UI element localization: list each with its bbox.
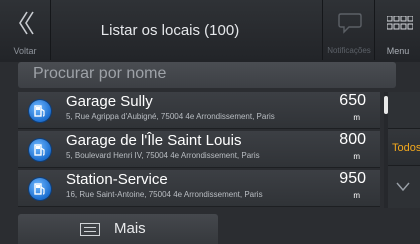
place-name: Garage Sully bbox=[66, 93, 153, 110]
place-address: 16, Rue Saint-Antoine, 75004 4e Arrondis… bbox=[66, 190, 263, 199]
place-address: 5, Boulevard Henri IV, 75004 4e Arrondis… bbox=[66, 151, 260, 160]
distance-unit: m bbox=[353, 113, 360, 122]
place-distance: 650 bbox=[339, 92, 366, 109]
place-distance: 950 bbox=[339, 170, 366, 187]
places-list: Garage Sully 5, Rue Agrippa d'Aubigné, 7… bbox=[18, 92, 380, 208]
place-name: Garage de l'Île Saint Louis bbox=[66, 132, 242, 149]
menu-label: Menu bbox=[386, 46, 410, 56]
speech-bubble-icon bbox=[338, 13, 362, 34]
notifications-label: Notificações bbox=[327, 46, 371, 55]
distance-unit: m bbox=[353, 152, 360, 161]
search-placeholder: Procurar por nome bbox=[33, 65, 167, 82]
place-distance: 800 bbox=[339, 131, 366, 148]
menu-button[interactable]: Menu bbox=[374, 0, 420, 60]
notifications-button[interactable]: Notificações bbox=[322, 0, 375, 60]
top-bar: Voltar Listar os locais (100) Notificaçõ… bbox=[0, 0, 420, 62]
back-label: Voltar bbox=[13, 46, 37, 56]
place-name: Station-Service bbox=[66, 171, 168, 188]
list-item[interactable]: Garage Sully 5, Rue Agrippa d'Aubigné, 7… bbox=[18, 92, 380, 129]
list-icon bbox=[80, 223, 100, 236]
chevron-left-icon bbox=[19, 11, 34, 35]
place-address: 5, Rue Agrippa d'Aubigné, 75004 4e Arron… bbox=[66, 112, 275, 121]
more-button[interactable]: Mais bbox=[18, 214, 218, 244]
more-label: Mais bbox=[114, 220, 146, 237]
page-title: Listar os locais (100) bbox=[100, 22, 240, 39]
fuel-station-icon bbox=[29, 178, 51, 200]
distance-unit: m bbox=[353, 191, 360, 200]
grid-menu-icon bbox=[387, 16, 413, 30]
collapse-button[interactable] bbox=[388, 172, 420, 202]
search-input[interactable]: Procurar por nome bbox=[18, 62, 396, 88]
list-item[interactable]: Station-Service 16, Rue Saint-Antoine, 7… bbox=[18, 170, 380, 207]
chevron-down-icon bbox=[396, 182, 410, 192]
list-item[interactable]: Garage de l'Île Saint Louis 5, Boulevard… bbox=[18, 131, 380, 168]
show-all-button[interactable]: Todos bbox=[388, 128, 420, 166]
back-button[interactable]: Voltar bbox=[0, 0, 51, 60]
fuel-station-icon bbox=[29, 139, 51, 161]
fuel-station-icon bbox=[29, 100, 51, 122]
side-controls: Todos bbox=[388, 92, 420, 208]
